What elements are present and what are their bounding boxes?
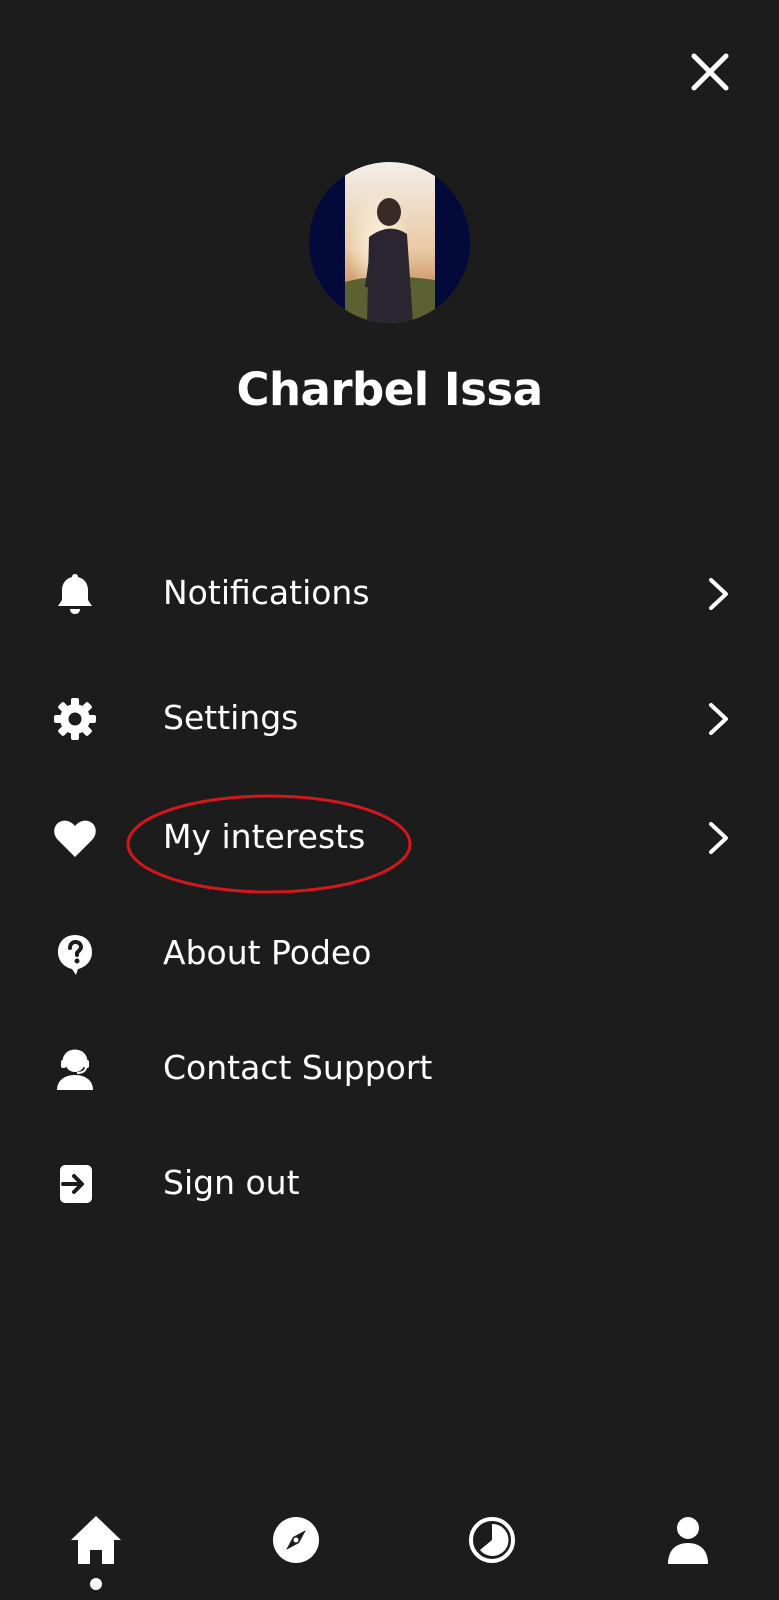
- profile-photo: [345, 162, 435, 323]
- nav-explore[interactable]: [266, 1510, 326, 1570]
- avatar: [309, 162, 470, 323]
- nav-home[interactable]: [66, 1510, 126, 1570]
- chevron-right-icon: [706, 701, 732, 737]
- close-icon: [691, 53, 729, 91]
- menu-item-label: Sign out: [163, 1163, 300, 1202]
- active-indicator-dot: [90, 1578, 102, 1590]
- menu-item-sign-out[interactable]: Sign out: [0, 1138, 779, 1228]
- gear-icon: [51, 695, 99, 743]
- menu-item-label: Contact Support: [163, 1048, 433, 1087]
- bottom-navigation: [0, 1500, 779, 1600]
- support-agent-icon: [51, 1045, 99, 1093]
- nav-profile[interactable]: [658, 1510, 718, 1570]
- menu-item-notifications[interactable]: Notifications: [0, 548, 779, 638]
- chevron-right-icon: [706, 820, 732, 856]
- menu-item-label: Notifications: [163, 573, 370, 612]
- menu-item-label: My interests: [163, 817, 366, 856]
- menu-item-settings[interactable]: Settings: [0, 673, 779, 763]
- menu-item-contact-support[interactable]: Contact Support: [0, 1023, 779, 1113]
- heart-icon: [51, 814, 99, 862]
- sign-out-icon: [51, 1160, 99, 1208]
- menu-item-label: About Podeo: [163, 933, 372, 972]
- nav-history[interactable]: [462, 1510, 522, 1570]
- history-icon: [469, 1517, 515, 1563]
- menu-item-about-podeo[interactable]: About Podeo: [0, 908, 779, 998]
- home-icon: [71, 1516, 121, 1564]
- compass-icon: [273, 1517, 319, 1563]
- bell-icon: [51, 570, 99, 618]
- menu-item-my-interests[interactable]: My interests: [0, 792, 779, 882]
- user-name: Charbel Issa: [236, 363, 543, 416]
- profile-icon: [668, 1517, 708, 1564]
- chevron-right-icon: [706, 576, 732, 612]
- question-bubble-icon: [51, 930, 99, 978]
- close-button[interactable]: [688, 50, 732, 94]
- menu-item-label: Settings: [163, 698, 299, 737]
